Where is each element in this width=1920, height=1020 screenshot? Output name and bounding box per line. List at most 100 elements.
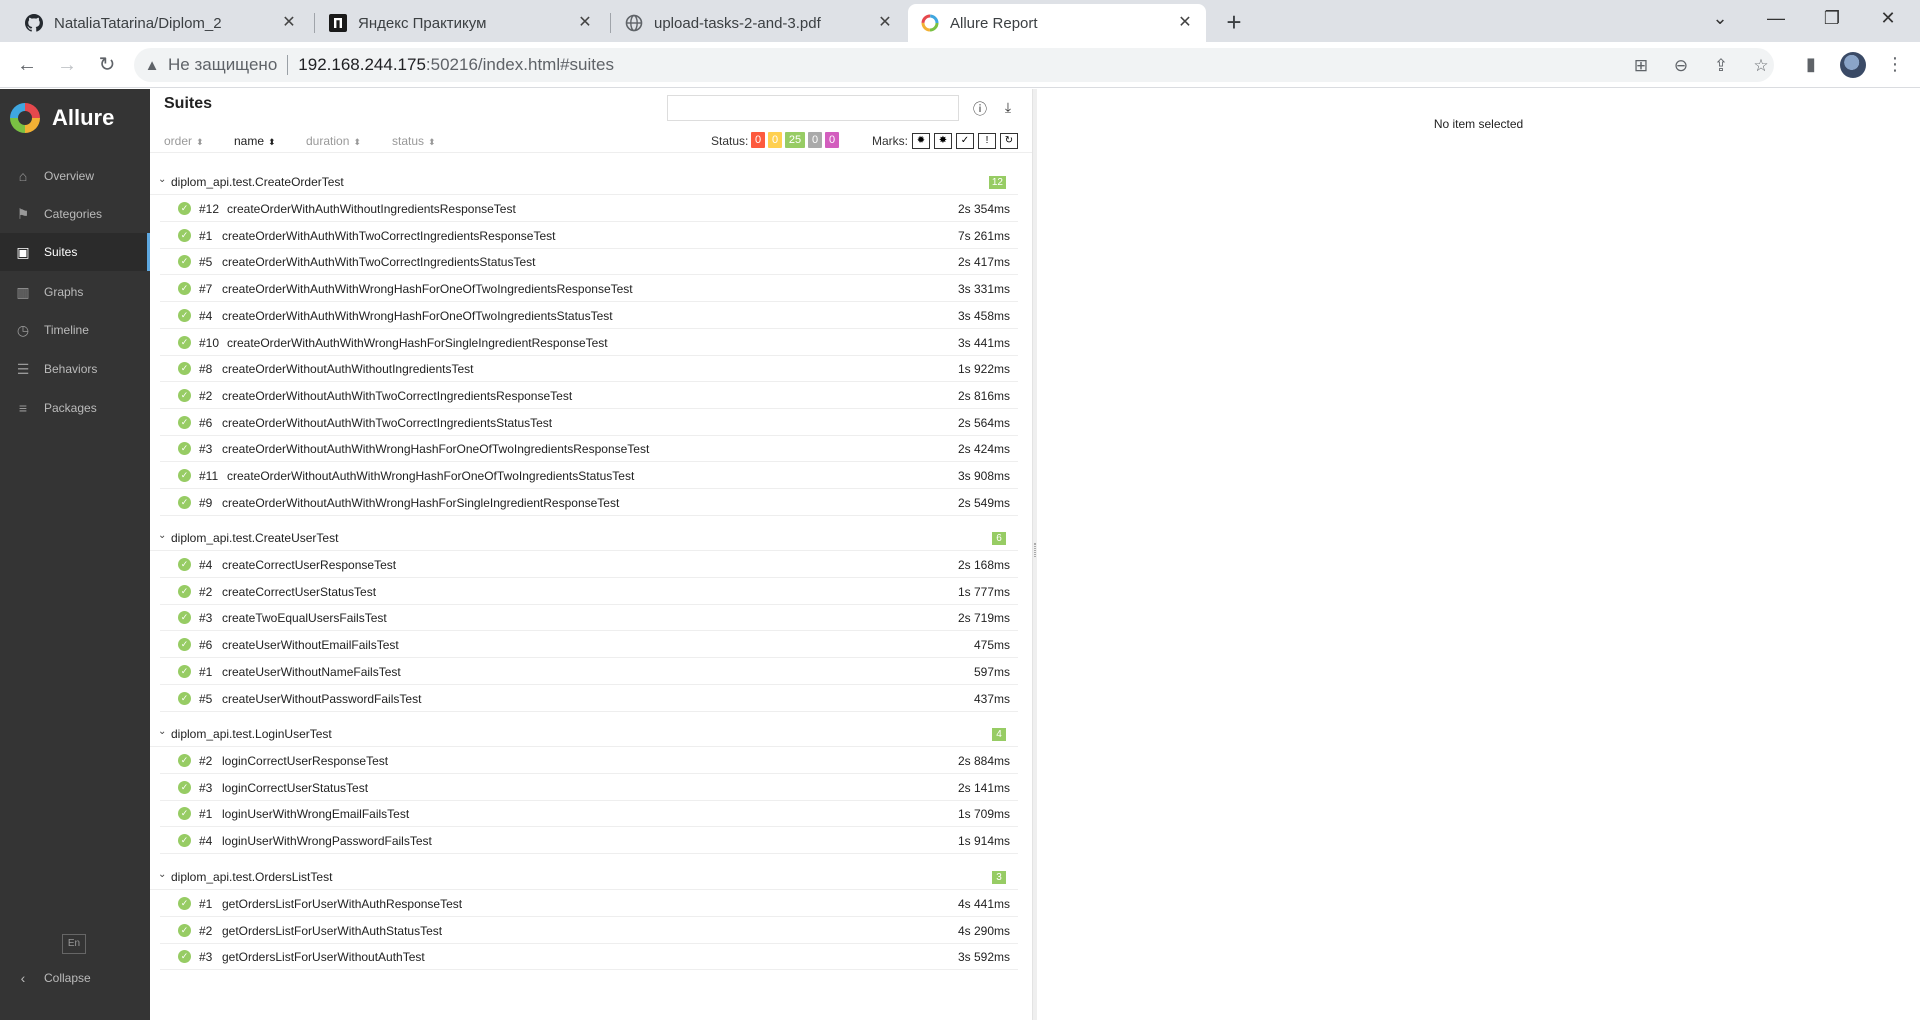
side-panel-icon[interactable]: ▮	[1800, 54, 1822, 75]
sort-bar: order ⬍ name ⬍ duration ⬍ status ⬍ Status: 0…	[150, 129, 1032, 153]
test-row[interactable]: ✓ #6 createUserWithoutEmailFailsTest 475ms	[160, 631, 1018, 659]
share-icon[interactable]: ⇪	[1710, 56, 1732, 76]
retries-mark-icon[interactable]: ↻	[1000, 133, 1018, 149]
test-row[interactable]: ✓ #12 createOrderWithAuthWithoutIngredient…	[160, 195, 1018, 222]
status-skipped-badge[interactable]: 0	[808, 132, 822, 148]
test-row[interactable]: ✓ #1 getOrdersListForUserWithAuthResponseT…	[160, 890, 1018, 917]
empty-detail-text: No item selected	[1433, 117, 1524, 131]
bookmark-star-icon[interactable]: ☆	[1750, 56, 1772, 76]
search-input[interactable]	[667, 95, 959, 121]
test-row[interactable]: ✓ #2 createOrderWithoutAuthWithTwoCorrectI…	[160, 382, 1018, 409]
sidebar-item-categories[interactable]: ⚑ Categories	[0, 195, 150, 233]
new-tab-icon[interactable]: +	[1220, 8, 1248, 36]
tab-allure-report[interactable]: Allure Report ✕	[908, 4, 1206, 42]
test-row[interactable]: ✓ #3 createOrderWithoutAuthWithWrongHashFo…	[160, 435, 1018, 463]
flaky-mark-icon[interactable]: ✹	[912, 133, 930, 149]
sidebar-item-graphs[interactable]: ▥ Graphs	[0, 273, 150, 311]
new-failed-mark-icon[interactable]: ✸	[934, 133, 952, 149]
test-row[interactable]: ✓ #2 loginCorrectUserResponseTest 2s 884ms	[160, 747, 1018, 774]
suite-count-badge: 4	[992, 728, 1006, 741]
address-bar[interactable]: ▲ Не защищено 192.168.244.175:50216/inde…	[134, 48, 1774, 82]
github-icon	[24, 13, 44, 33]
test-row[interactable]: ✓ #4 createOrderWithAuthWithWrongHashForOn…	[160, 302, 1018, 329]
tab-practicum[interactable]: Яндекс Практикум ✕	[316, 4, 606, 42]
tab-search-chevron-icon[interactable]: ⌄	[1700, 8, 1740, 29]
test-row[interactable]: ✓ #1 createUserWithoutNameFailsTest 597ms	[160, 658, 1018, 685]
sort-duration[interactable]: duration ⬍	[306, 134, 361, 148]
close-tab-icon[interactable]: ✕	[280, 14, 298, 32]
suite-group-header[interactable]: ⌄ diplom_api.test.CreateOrderTest 12	[150, 169, 1018, 195]
reload-icon[interactable]: ↻	[94, 52, 120, 78]
status-failed-badge[interactable]: 0	[751, 132, 765, 148]
test-row[interactable]: ✓ #8 createOrderWithoutAuthWithoutIngredie…	[160, 355, 1018, 383]
tab-pdf[interactable]: upload-tasks-2-and-3.pdf ✕	[612, 4, 906, 42]
passed-check-icon: ✓	[178, 495, 191, 509]
test-row[interactable]: ✓ #4 loginUserWithWrongPasswordFailsTest 1s…	[160, 827, 1018, 855]
sidebar-item-behaviors[interactable]: ☰ Behaviors	[0, 350, 150, 388]
forward-icon[interactable]: →	[54, 52, 80, 78]
new-broken-mark-icon[interactable]: !	[978, 133, 996, 149]
profile-avatar[interactable]	[1840, 52, 1866, 78]
test-row[interactable]: ✓ #10 createOrderWithAuthWithWrongHashForS…	[160, 329, 1018, 356]
test-name: createOrderWithAuthWithWrongHashForSingl…	[227, 335, 608, 350]
suite-group-header[interactable]: ⌄ diplom_api.test.CreateUserTest 6	[150, 525, 1018, 551]
status-passed-badge[interactable]: 25	[785, 132, 805, 148]
security-status[interactable]: Не защищено	[168, 55, 277, 75]
test-row[interactable]: ✓ #1 loginUserWithWrongEmailFailsTest 1s 70…	[160, 800, 1018, 828]
test-row[interactable]: ✓ #5 createOrderWithAuthWithTwoCorrectIngr…	[160, 248, 1018, 276]
download-icon[interactable]: ⤓	[1000, 99, 1016, 116]
sort-status[interactable]: status ⬍	[392, 134, 436, 148]
close-tab-icon[interactable]: ✕	[576, 14, 594, 32]
sort-name[interactable]: name ⬍	[234, 134, 276, 148]
test-row[interactable]: ✓ #3 getOrdersListForUserWithoutAuthTest 3s…	[160, 943, 1018, 971]
sidebar-item-overview[interactable]: ⌂ Overview	[0, 157, 150, 195]
close-tab-icon[interactable]: ✕	[1176, 14, 1194, 32]
test-row[interactable]: ✓ #6 createOrderWithoutAuthWithTwoCorrectI…	[160, 409, 1018, 436]
new-passed-mark-icon[interactable]: ✓	[956, 133, 974, 149]
home-icon: ⌂	[18, 168, 28, 184]
passed-check-icon: ✓	[178, 664, 191, 678]
sort-order[interactable]: order ⬍	[164, 134, 204, 148]
test-duration: 3s 331ms	[957, 282, 1010, 297]
suite-group-header[interactable]: ⌄ diplom_api.test.LoginUserTest 4	[150, 721, 1018, 747]
status-broken-badge[interactable]: 0	[768, 132, 782, 148]
passed-check-icon: ✓	[178, 228, 191, 242]
test-row[interactable]: ✓ #11 createOrderWithoutAuthWithWrongHashF…	[160, 462, 1018, 489]
zoom-icon[interactable]: ⊖	[1670, 56, 1692, 76]
test-row[interactable]: ✓ #2 getOrdersListForUserWithAuthStatusTes…	[160, 917, 1018, 944]
test-row[interactable]: ✓ #3 createTwoEqualUsersFailsTest 2s 719ms	[160, 604, 1018, 632]
sidebar-item-suites[interactable]: ▣ Suites	[0, 233, 150, 271]
status-filter-label: Status:	[711, 134, 749, 148]
language-switch[interactable]: En	[62, 934, 86, 954]
test-row[interactable]: ✓ #9 createOrderWithoutAuthWithWrongHashFo…	[160, 489, 1018, 516]
test-order-number: #9	[199, 495, 213, 510]
test-row[interactable]: ✓ #5 createUserWithoutPasswordFailsTest 437…	[160, 685, 1018, 712]
collapse-button[interactable]: ‹ Collapse	[0, 963, 91, 993]
close-window-icon[interactable]: ✕	[1868, 8, 1908, 29]
restore-icon[interactable]: ❐	[1812, 8, 1852, 29]
minimize-icon[interactable]: —	[1756, 8, 1796, 29]
sidebar-item-packages[interactable]: ≡ Packages	[0, 389, 150, 427]
back-icon[interactable]: ←	[14, 52, 40, 78]
menu-kebab-icon[interactable]: ⋮	[1884, 54, 1906, 75]
tab-github[interactable]: NataliaTatarina/Diplom_2 ✕	[12, 4, 310, 42]
test-row[interactable]: ✓ #7 createOrderWithAuthWithWrongHashForOn…	[160, 275, 1018, 303]
translate-icon[interactable]: ⊞	[1630, 56, 1652, 76]
test-row[interactable]: ✓ #3 loginCorrectUserStatusTest 2s 141ms	[160, 774, 1018, 801]
allure-brand[interactable]: Allure	[10, 103, 114, 133]
url-text[interactable]: 192.168.244.175:50216/index.html#suites	[298, 55, 614, 75]
test-name: createOrderWithAuthWithWrongHashForOneOf…	[222, 308, 613, 323]
suite-group-header[interactable]: ⌄ diplom_api.test.OrdersListTest 3	[150, 864, 1018, 890]
splitter-grip[interactable]	[1034, 543, 1036, 557]
test-row[interactable]: ✓ #2 createCorrectUserStatusTest 1s 777ms	[160, 578, 1018, 605]
sidebar-item-timeline[interactable]: ◷ Timeline	[0, 311, 150, 349]
test-row[interactable]: ✓ #1 createOrderWithAuthWithTwoCorrectIngr…	[160, 222, 1018, 249]
test-name: createCorrectUserStatusTest	[222, 584, 377, 599]
briefcase-icon: ▣	[16, 243, 30, 260]
warning-icon[interactable]: ▲	[142, 57, 162, 74]
tab-separator	[314, 13, 315, 33]
test-row[interactable]: ✓ #4 createCorrectUserResponseTest 2s 168ms	[160, 551, 1018, 578]
close-tab-icon[interactable]: ✕	[876, 14, 894, 32]
info-icon[interactable]: ⓘ	[972, 99, 988, 119]
status-unknown-badge[interactable]: 0	[825, 132, 839, 148]
